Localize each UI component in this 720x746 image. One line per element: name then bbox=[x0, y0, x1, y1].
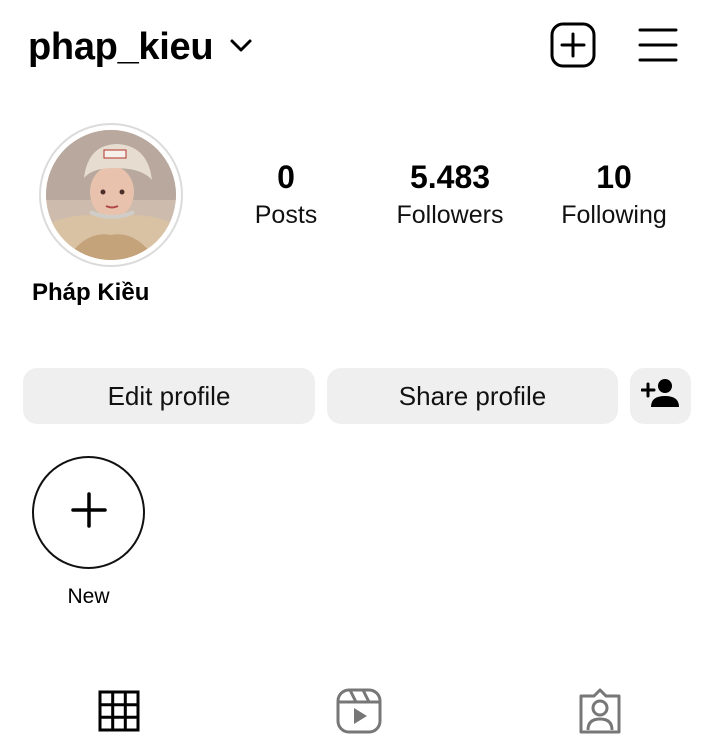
plus-square-icon bbox=[550, 22, 596, 73]
profile-full-name: Pháp Kiều bbox=[32, 279, 150, 306]
following-count[interactable]: 10 Following bbox=[548, 158, 680, 230]
followers-count[interactable]: 5.483 Followers bbox=[380, 158, 520, 230]
plus-icon bbox=[70, 492, 107, 533]
new-highlight-button[interactable]: New bbox=[32, 456, 145, 608]
tab-tagged[interactable] bbox=[577, 688, 623, 739]
followers-value: 5.483 bbox=[409, 159, 491, 195]
profile-avatar[interactable] bbox=[39, 123, 183, 267]
posts-count: 0 Posts bbox=[236, 158, 336, 230]
chevron-down-icon bbox=[229, 38, 253, 59]
profile-header: phap_kieu bbox=[0, 0, 720, 96]
menu-button[interactable] bbox=[633, 22, 683, 72]
following-value: 10 bbox=[596, 159, 632, 195]
following-label: Following bbox=[561, 201, 667, 229]
discover-people-button[interactable] bbox=[630, 368, 691, 424]
new-highlight-circle bbox=[32, 456, 145, 569]
edit-profile-button[interactable]: Edit profile bbox=[23, 368, 315, 424]
followers-label: Followers bbox=[396, 201, 504, 229]
tab-posts-grid[interactable] bbox=[96, 690, 142, 736]
avatar-image bbox=[46, 130, 176, 260]
posts-value: 0 bbox=[277, 159, 295, 195]
share-profile-button[interactable]: Share profile bbox=[327, 368, 618, 424]
posts-label: Posts bbox=[254, 201, 318, 229]
tagged-person-icon bbox=[578, 688, 622, 739]
account-switcher[interactable]: phap_kieu bbox=[28, 22, 253, 72]
new-highlight-label: New bbox=[67, 585, 110, 608]
grid-icon bbox=[98, 690, 140, 737]
reels-icon bbox=[336, 688, 382, 739]
add-person-icon bbox=[640, 377, 681, 416]
username: phap_kieu bbox=[28, 26, 214, 68]
hamburger-menu-icon bbox=[638, 27, 678, 68]
create-button[interactable] bbox=[548, 22, 598, 72]
tab-reels[interactable] bbox=[336, 688, 382, 739]
